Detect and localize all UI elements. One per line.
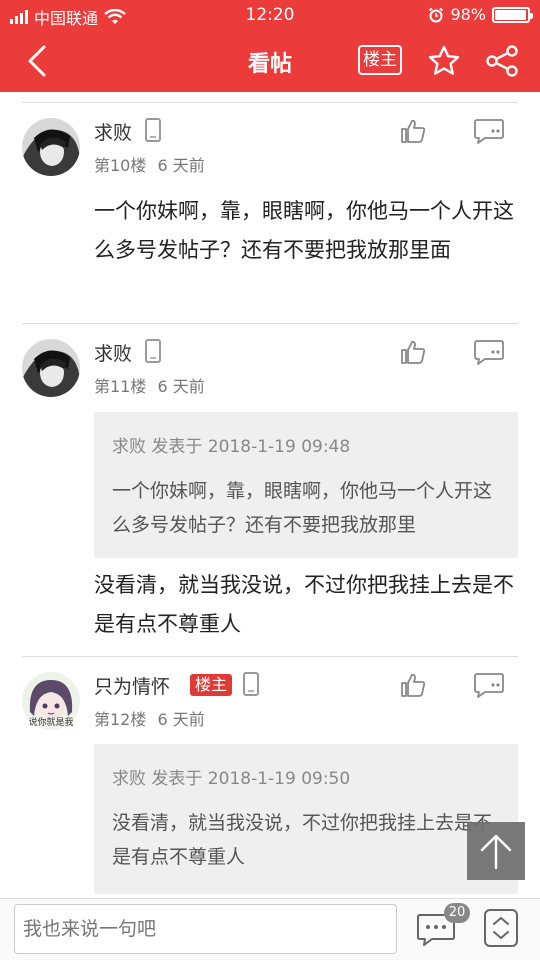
status-bar: 中国联通 12:20 98% (0, 0, 540, 30)
reply-icon[interactable] (473, 118, 505, 144)
like-icon[interactable] (400, 339, 426, 365)
reply-icon[interactable] (473, 672, 505, 698)
phone-icon (145, 118, 161, 142)
only-op-button[interactable]: 楼主 (358, 45, 402, 75)
scroll-top-button[interactable] (467, 822, 525, 880)
divider (22, 656, 518, 657)
divider (22, 102, 518, 103)
op-badge: 楼主 (190, 674, 233, 696)
quoted-post[interactable]: 求败 发表于 2018-1-19 09:48 一个你妹啊，靠，眼瞎啊，你他马一个… (94, 412, 518, 558)
phone-icon (145, 339, 161, 363)
star-icon[interactable] (427, 44, 461, 78)
avatar[interactable] (22, 118, 80, 176)
comment-input[interactable] (14, 904, 397, 954)
top-bar: 中国联通 12:20 98% 看帖 楼主 (0, 0, 540, 92)
battery-icon (492, 6, 533, 23)
alarm-icon (429, 7, 444, 22)
arrow-up-icon (480, 834, 512, 870)
reply-icon[interactable] (473, 339, 505, 365)
jump-icon[interactable] (484, 909, 518, 947)
post-body: 没看清，就当我没说，不过你把我挂上去是不是有点不尊重人 (94, 573, 514, 636)
post-time: 6 天前 (157, 156, 205, 175)
quote-meta: 求败 发表于 2018-1-19 09:48 (112, 437, 351, 457)
post-time: 6 天前 (157, 377, 205, 396)
post-body: 一个你妹啊，靠，眼瞎啊，你他马一个人开这么多号发帖子？还有不要把我放那里面 (94, 199, 514, 262)
avatar[interactable] (22, 339, 80, 397)
avatar-caption: 说你就是我 (28, 718, 74, 728)
divider (22, 323, 518, 324)
username[interactable]: 求败 (94, 339, 132, 366)
quote-text: 没看清，就当我没说，不过你把我挂上去是不是有点不尊重人 (112, 812, 493, 868)
quote-text: 一个你妹啊，靠，眼瞎啊，你他马一个人开这么多号发帖子？还有不要把我放那里 (112, 480, 493, 536)
bottom-bar: 20 (0, 898, 540, 960)
floor-number: 第11楼 (94, 377, 147, 396)
nav-bar: 看帖 楼主 (0, 30, 540, 92)
quoted-post[interactable]: 求败 发表于 2018-1-19 09:50 没看清，就当我没说，不过你把我挂上… (94, 744, 518, 894)
post-time: 6 天前 (157, 710, 205, 729)
phone-icon (243, 672, 259, 696)
like-icon[interactable] (400, 672, 426, 698)
share-icon[interactable] (484, 44, 520, 78)
like-icon[interactable] (400, 118, 426, 144)
floor-number: 第12楼 (94, 710, 147, 729)
floor-number: 第10楼 (94, 156, 147, 175)
post-list: 求败 第10楼 6 天前 一个你妹啊，靠，眼瞎啊，你他马一个人开这么多号发帖子？… (0, 92, 540, 898)
username[interactable]: 求败 (94, 118, 132, 145)
quote-meta: 求败 发表于 2018-1-19 09:50 (112, 769, 351, 789)
battery-percent: 98% (450, 5, 486, 24)
comment-count-badge: 20 (444, 903, 470, 923)
username[interactable]: 只为情怀 (94, 672, 170, 699)
